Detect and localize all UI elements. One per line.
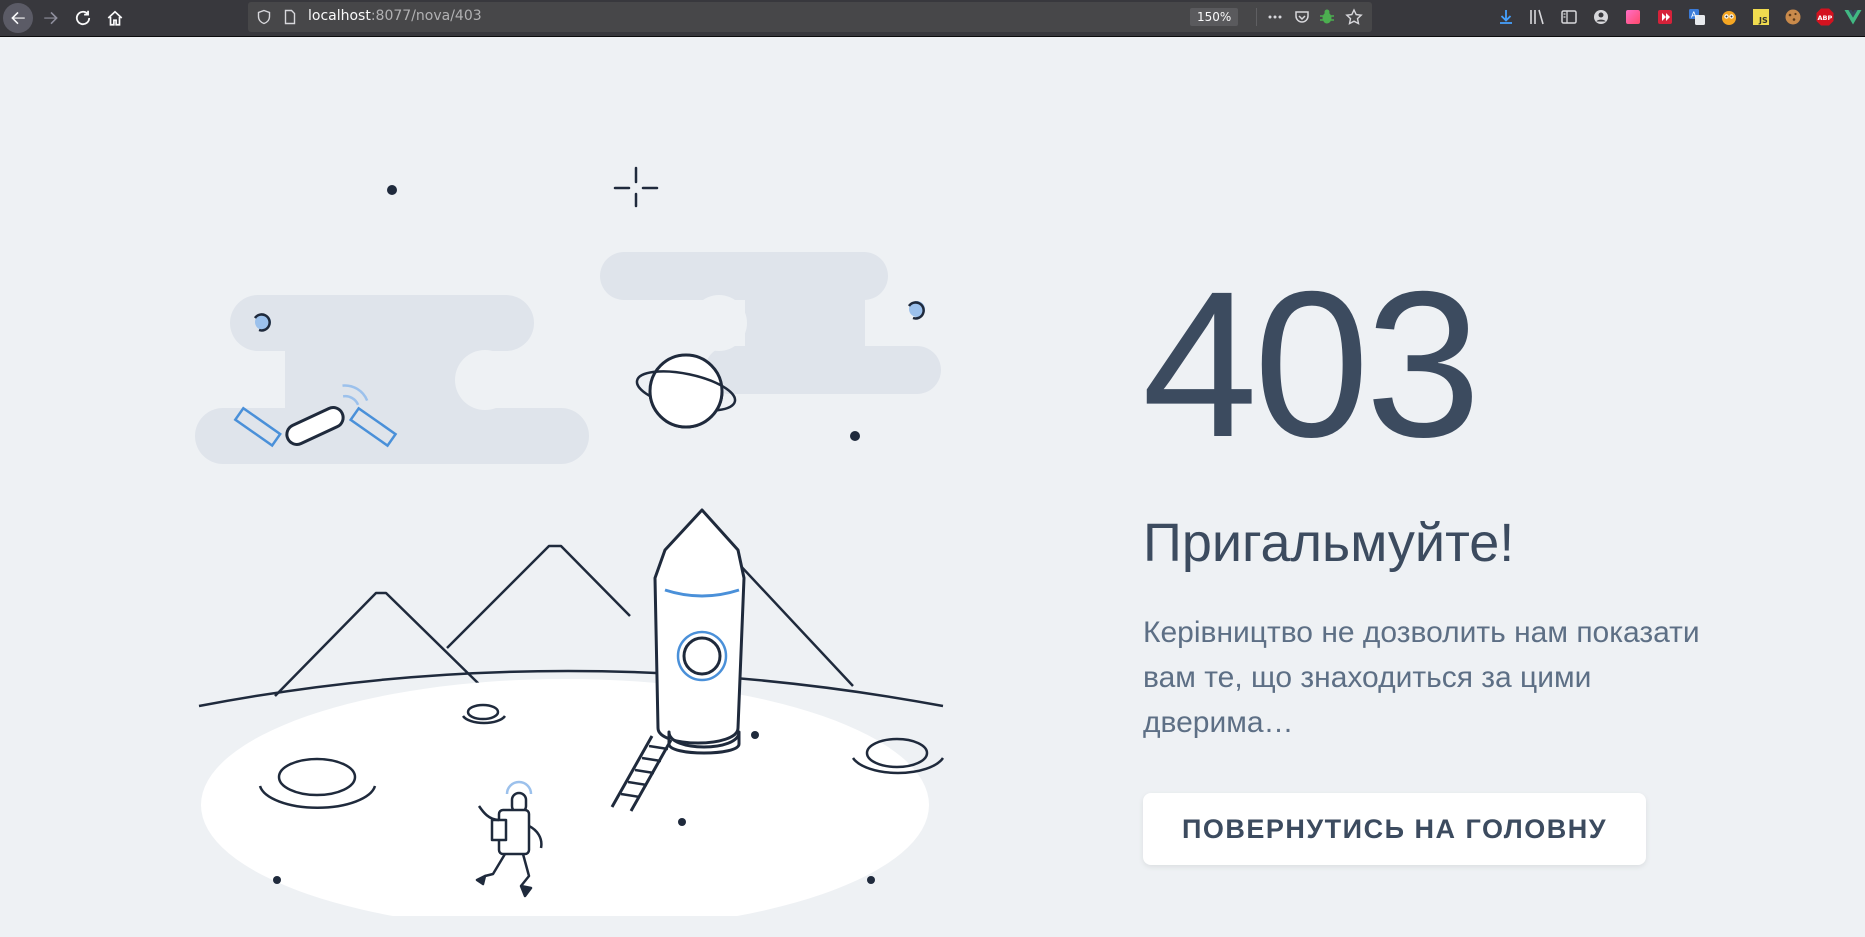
home-button[interactable] xyxy=(100,3,130,33)
url-text[interactable]: localhost:8077/nova/403 xyxy=(308,8,482,24)
translate-extension-icon[interactable]: A xyxy=(1687,7,1707,27)
browser-toolbar: localhost:8077/nova/403 150% A JS ABP xyxy=(0,0,1865,37)
sparkle-star xyxy=(613,166,659,208)
reload-icon xyxy=(75,10,91,26)
forward-button[interactable] xyxy=(36,3,66,33)
mountains xyxy=(274,544,854,697)
star-dot xyxy=(850,431,860,441)
svg-text:A: A xyxy=(1691,11,1697,20)
js-extension-icon[interactable]: JS xyxy=(1751,7,1771,27)
bug-extension-icon[interactable] xyxy=(1318,8,1336,26)
address-bar[interactable]: localhost:8077/nova/403 150% xyxy=(248,2,1372,32)
adblock-extension-icon[interactable]: ABP xyxy=(1815,7,1835,27)
reload-button[interactable] xyxy=(68,3,98,33)
owl-extension-icon[interactable] xyxy=(1719,7,1739,27)
page-actions-icon[interactable] xyxy=(1266,8,1284,26)
moon-surface xyxy=(201,679,929,916)
url-host: localhost xyxy=(308,8,371,24)
error-code: 403 xyxy=(1142,249,1481,481)
home-icon xyxy=(107,10,123,26)
account-icon[interactable] xyxy=(1591,7,1611,27)
bookmark-star-icon[interactable] xyxy=(1345,8,1363,26)
page-info-icon[interactable] xyxy=(282,9,298,25)
forward-icon xyxy=(44,11,58,25)
url-separator xyxy=(1256,8,1257,26)
library-icon[interactable] xyxy=(1527,7,1547,27)
star-dot xyxy=(387,185,397,195)
back-button[interactable] xyxy=(3,3,33,33)
download-icon[interactable] xyxy=(1496,7,1516,27)
error-message: Керівництво не дозволить нам показати ва… xyxy=(1143,616,1700,739)
url-path: :8077/nova/403 xyxy=(370,8,482,24)
error-title: Пригальмуйте! xyxy=(1143,513,1515,573)
media-extension-icon[interactable] xyxy=(1655,7,1675,27)
pocket-icon[interactable] xyxy=(1293,8,1311,26)
vue-devtools-icon[interactable] xyxy=(1843,7,1863,27)
zoom-level[interactable]: 150% xyxy=(1190,8,1239,26)
adblock-extension-label: ABP xyxy=(1818,14,1833,22)
js-extension-label: JS xyxy=(1758,16,1768,25)
back-to-home-button[interactable]: ПОВЕРНУТИСЬ НА ГОЛОВНУ xyxy=(1143,793,1646,865)
color-extension-icon[interactable] xyxy=(1623,7,1643,27)
tracking-protection-icon[interactable] xyxy=(256,9,272,25)
cookie-extension-icon[interactable] xyxy=(1783,7,1803,27)
space-illustration xyxy=(195,166,945,916)
sidebar-icon[interactable] xyxy=(1559,7,1579,27)
moon-small-right xyxy=(907,301,925,320)
error-page: 403 Пригальмуйте! Керівництво не дозволи… xyxy=(0,36,1865,937)
back-icon xyxy=(11,11,25,25)
